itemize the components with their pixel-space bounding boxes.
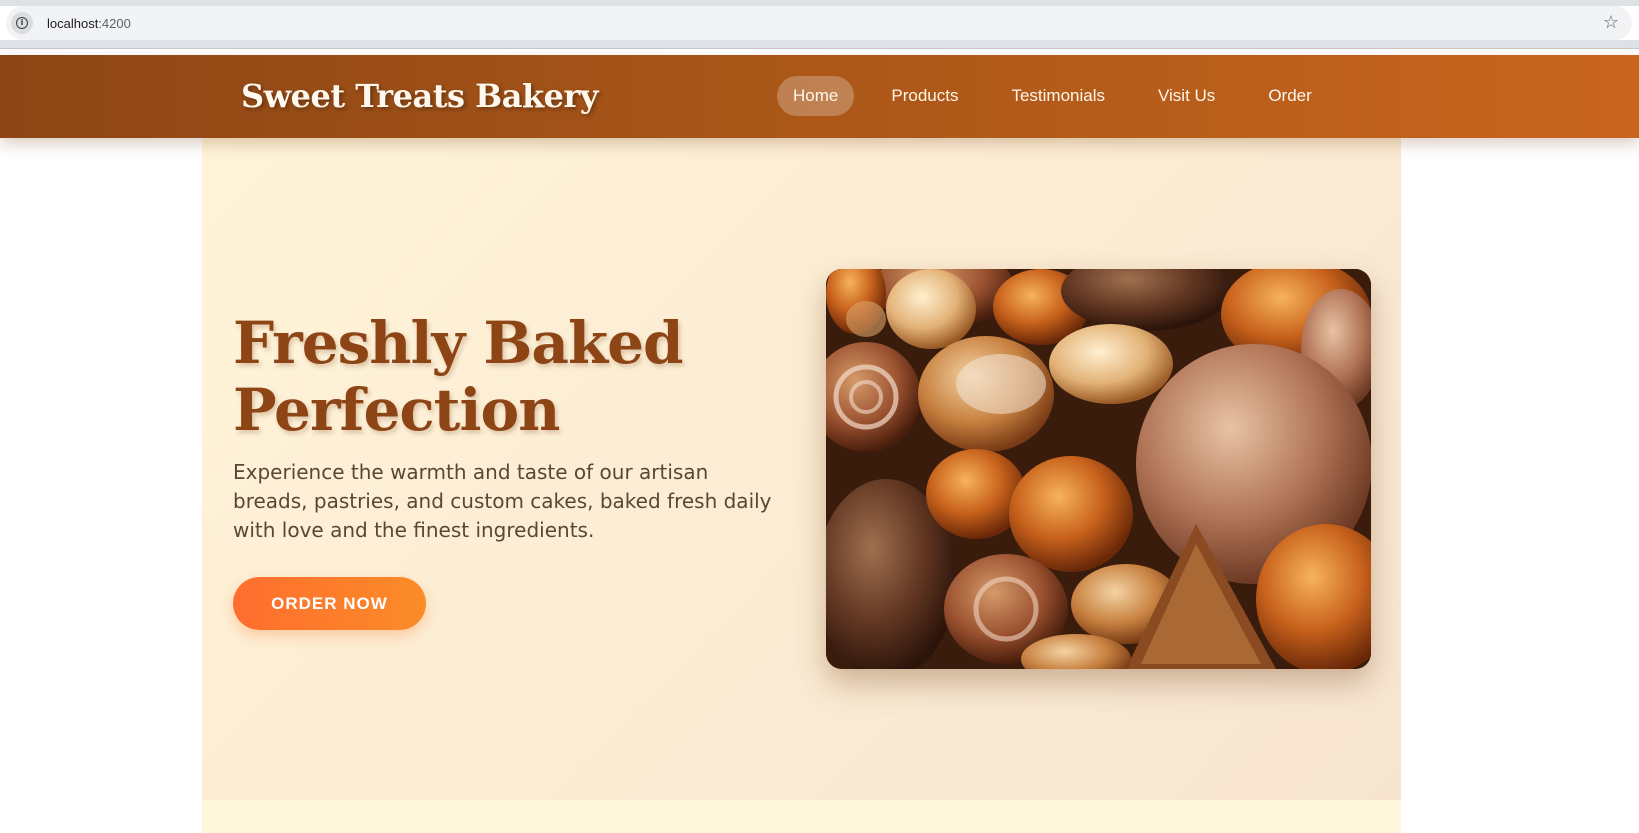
hero-bakery-image [826, 269, 1371, 669]
hero-title-line2: Perfection [233, 376, 560, 444]
nav-item-products[interactable]: Products [875, 76, 974, 116]
browser-toolbar-strip [0, 40, 1639, 48]
site-info-icon[interactable]: i [11, 12, 33, 34]
nav-item-visit-us[interactable]: Visit Us [1142, 76, 1231, 116]
hero-title-line1: Freshly Baked [233, 309, 684, 377]
url-host: localhost [47, 15, 99, 31]
nav-item-home[interactable]: Home [777, 76, 855, 116]
next-section-preview [202, 800, 1401, 833]
nav-item-testimonials[interactable]: Testimonials [995, 76, 1121, 116]
hero-title: Freshly Baked Perfection [233, 310, 793, 444]
brand-logo-text[interactable]: Sweet Treats Bakery [241, 77, 598, 115]
url-port: :4200 [98, 15, 131, 31]
browser-divider [0, 48, 1639, 55]
site-header: Sweet Treats Bakery Home Products Testim… [0, 55, 1639, 138]
nav-item-order[interactable]: Order [1252, 76, 1327, 116]
order-now-button[interactable]: ORDER NOW [233, 577, 426, 630]
bookmark-star-icon[interactable]: ☆ [1600, 12, 1622, 34]
hero-section: Freshly Baked Perfection Experience the … [202, 138, 1401, 800]
main-nav: Home Products Testimonials Visit Us Orde… [777, 76, 1349, 116]
address-bar[interactable]: i localhost:4200 ☆ [6, 6, 1632, 40]
hero-description: Experience the warmth and taste of our a… [233, 460, 772, 542]
url-text[interactable]: localhost:4200 [47, 16, 131, 31]
